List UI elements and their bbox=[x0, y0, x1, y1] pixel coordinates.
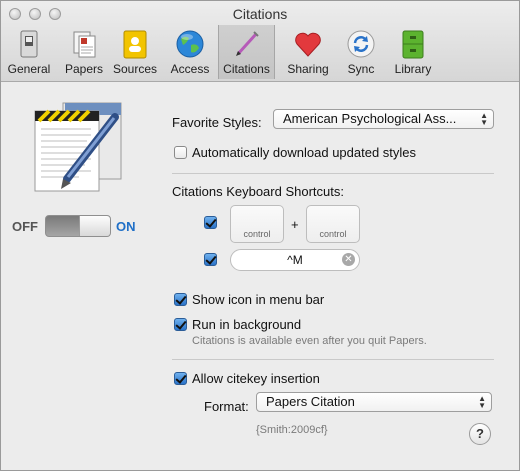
tab-papers[interactable]: Papers bbox=[61, 25, 107, 79]
favorite-styles-popup[interactable]: American Psychological Ass... ▲ ▼ bbox=[273, 109, 494, 129]
papers-icon bbox=[69, 29, 99, 59]
shortcut-recorder-value: ^M bbox=[287, 253, 303, 267]
favorite-styles-value: American Psychological Ass... bbox=[283, 111, 457, 126]
run-background-checkbox[interactable] bbox=[174, 318, 187, 331]
format-value: Papers Citation bbox=[266, 394, 355, 409]
tab-general-label: General bbox=[7, 62, 51, 76]
tab-access[interactable]: Access bbox=[167, 25, 213, 79]
show-icon-label: Show icon in menu bar bbox=[192, 292, 325, 307]
heart-icon bbox=[293, 29, 323, 59]
shortcut-key2-label: control bbox=[319, 229, 347, 239]
title-toolbar: Citations General Papers Sources Access bbox=[1, 1, 519, 82]
run-background-label: Run in background bbox=[192, 317, 302, 332]
format-popup[interactable]: Papers Citation ▲ ▼ bbox=[256, 392, 492, 412]
shortcut-key1[interactable]: control bbox=[230, 205, 284, 243]
run-background-note: Citations is available even after you qu… bbox=[192, 335, 427, 347]
popup-arrows-icon: ▲ ▼ bbox=[478, 394, 486, 410]
switch-icon bbox=[14, 29, 44, 59]
tab-sources[interactable]: Sources bbox=[111, 25, 159, 79]
tab-library-label: Library bbox=[394, 62, 432, 76]
tab-general[interactable]: General bbox=[6, 25, 52, 79]
citekey-checkbox[interactable] bbox=[174, 372, 187, 385]
sources-icon bbox=[120, 29, 150, 59]
sync-icon bbox=[346, 29, 376, 59]
shortcut1-checkbox[interactable] bbox=[204, 216, 217, 229]
pen-icon bbox=[232, 29, 262, 59]
shortcut-recorder-field[interactable]: ^M ✕ bbox=[230, 249, 360, 271]
citations-toggle[interactable] bbox=[45, 215, 111, 237]
shortcut-plus: + bbox=[291, 217, 299, 232]
format-label: Format: bbox=[204, 399, 249, 414]
tab-citations-label: Citations bbox=[223, 62, 270, 76]
tab-sync[interactable]: Sync bbox=[340, 25, 382, 79]
globe-icon bbox=[175, 29, 205, 59]
shortcuts-heading: Citations Keyboard Shortcuts: bbox=[172, 184, 344, 199]
toggle-off-label: OFF bbox=[12, 219, 38, 234]
tab-access-label: Access bbox=[170, 62, 210, 76]
shortcut-key1-label: control bbox=[243, 229, 271, 239]
citekey-label: Allow citekey insertion bbox=[192, 371, 320, 386]
clear-shortcut-icon[interactable]: ✕ bbox=[342, 253, 355, 266]
separator bbox=[172, 359, 494, 360]
toggle-on-label: ON bbox=[116, 219, 136, 234]
format-example: {Smith:2009cf} bbox=[256, 424, 328, 436]
tab-sources-label: Sources bbox=[112, 62, 158, 76]
cabinet-icon bbox=[398, 29, 428, 59]
shortcut2-checkbox[interactable] bbox=[204, 253, 217, 266]
auto-download-checkbox[interactable] bbox=[174, 146, 187, 159]
help-button[interactable]: ? bbox=[469, 423, 491, 445]
popup-arrows-icon: ▲ ▼ bbox=[480, 111, 488, 127]
preferences-window: Citations General Papers Sources Access bbox=[0, 0, 520, 471]
citations-app-icon bbox=[29, 97, 133, 193]
tab-citations[interactable]: Citations bbox=[218, 25, 275, 79]
favorite-styles-label: Favorite Styles: bbox=[172, 115, 262, 130]
shortcut-key2[interactable]: control bbox=[306, 205, 360, 243]
window-title: Citations bbox=[232, 6, 288, 22]
tab-sync-label: Sync bbox=[347, 62, 375, 76]
toggle-knob[interactable] bbox=[79, 216, 110, 236]
tab-library[interactable]: Library bbox=[390, 25, 436, 79]
tab-sharing-label: Sharing bbox=[287, 62, 329, 76]
auto-download-label: Automatically download updated styles bbox=[192, 145, 417, 160]
separator bbox=[172, 173, 494, 174]
tab-papers-label: Papers bbox=[64, 62, 104, 76]
show-icon-checkbox[interactable] bbox=[174, 293, 187, 306]
tab-sharing[interactable]: Sharing bbox=[284, 25, 332, 79]
